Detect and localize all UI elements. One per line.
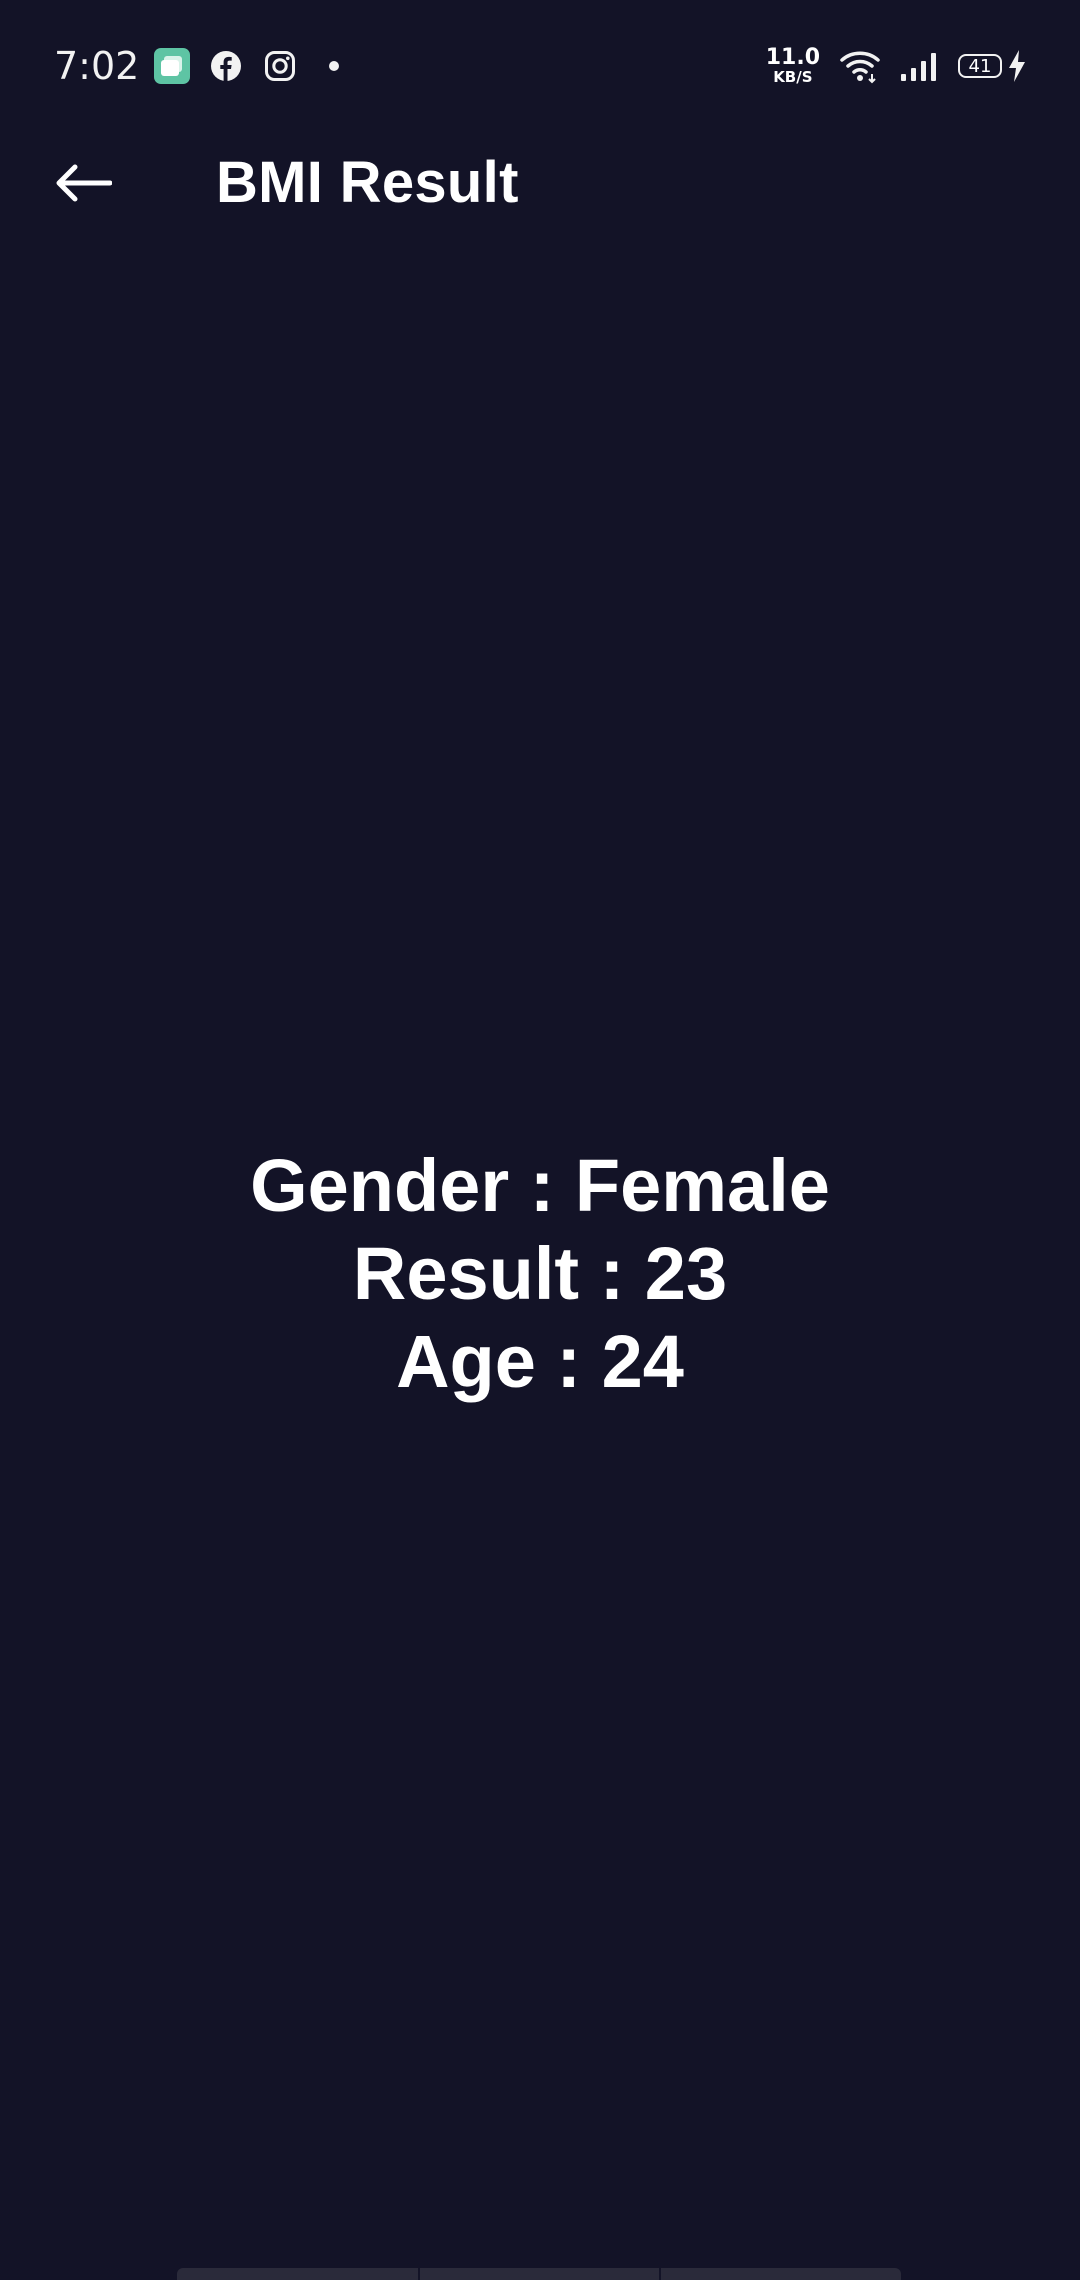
page-title: BMI Result [216,150,519,215]
battery-level: 41 [958,54,1002,78]
bmi-result-summary: Gender : Female Result : 23 Age : 24 [0,1142,1080,1406]
network-speed: 11.0 KB/S [766,47,820,85]
age-text: Age : 24 [396,1320,684,1403]
instagram-icon [262,48,298,84]
signal-icon [900,49,940,83]
facebook-icon [208,48,244,84]
network-speed-value: 11.0 [765,45,820,70]
notification-icons [154,48,352,84]
result-text: Result : 23 [352,1232,728,1315]
dot-icon [316,48,352,84]
arrow-left-icon [56,164,112,202]
gender-text: Gender : Female [250,1144,830,1227]
status-time: 7:02 [54,44,140,88]
battery-indicator: 41 [958,49,1028,83]
app-icon [154,48,190,84]
status-bar: 7:02 11.0 KB/S 41 [0,0,1080,132]
system-status: 11.0 KB/S 41 [766,44,1028,88]
wifi-icon [838,46,882,86]
network-speed-unit: KB/S [773,68,813,86]
app-bar: BMI Result [0,132,1080,232]
back-button[interactable] [50,150,116,216]
hint-divider [659,2268,661,2280]
navigation-hint-bar [177,2268,901,2280]
hint-divider [418,2268,420,2280]
charging-icon [1006,49,1028,83]
